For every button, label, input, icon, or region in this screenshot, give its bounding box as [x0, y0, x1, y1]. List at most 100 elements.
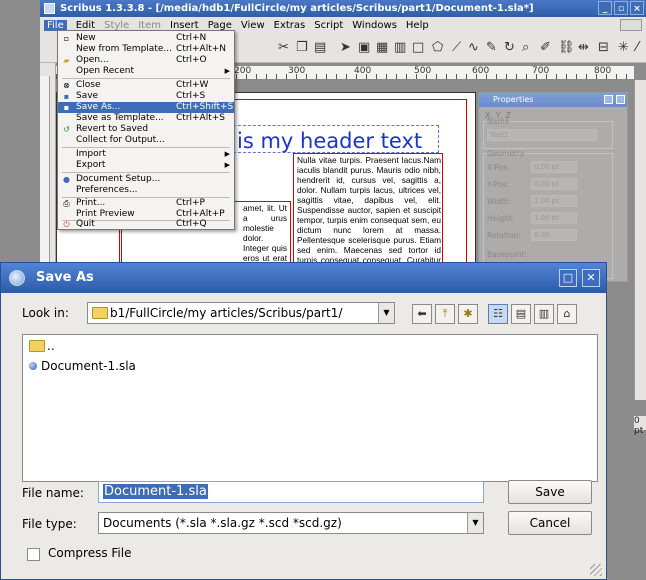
app-titlebar: Scribus 1.3.3.8 - [/media/hdb1/FullCircl… [40, 0, 646, 17]
mdi-restore-buttons[interactable] [620, 19, 642, 31]
freehand-icon[interactable]: ✎ [486, 41, 497, 55]
name-field[interactable]: Text1 [487, 129, 597, 141]
menu-help[interactable]: Help [406, 20, 429, 31]
menu-item-quit[interactable]: ⏻ Quit Ctrl+Q [58, 219, 234, 230]
print-icon: ⎙ [63, 199, 70, 208]
unlink-frames-icon[interactable]: ⇹ [578, 41, 589, 55]
minimize-button[interactable]: _ [598, 1, 612, 15]
header-text: is my header text [237, 129, 423, 153]
vertical-ruler [40, 76, 50, 276]
menu-insert[interactable]: Insert [170, 20, 199, 31]
menu-item-document-setup[interactable]: ● Document Setup... [58, 174, 234, 185]
close-doc-icon: ⊗ [63, 81, 70, 90]
menu-windows[interactable]: Windows [352, 20, 397, 31]
panel-close-button[interactable] [616, 95, 625, 104]
rotate-icon[interactable]: ↻ [504, 41, 515, 55]
app-title: Scribus 1.3.3.8 - [/media/hdb1/FullCircl… [60, 3, 534, 14]
panel-float-button[interactable] [604, 95, 613, 104]
menu-item[interactable]: Item [138, 20, 161, 31]
dialog-app-icon [9, 270, 25, 286]
xpos-label: X-Pos: [487, 163, 510, 172]
ypos-label: Y-Pos: [487, 180, 509, 189]
status-unit: 0 pt [634, 416, 646, 436]
xpos-field[interactable]: 0.00 pt [531, 161, 577, 173]
dialog-title: Save As [36, 270, 94, 285]
menu-item-open-recent[interactable]: Open Recent ▶ [58, 66, 234, 77]
menu-style[interactable]: Style [104, 20, 129, 31]
menu-file[interactable]: File [44, 19, 67, 31]
geometry-label: Geometry [487, 149, 525, 158]
maximize-button[interactable]: ▫ [614, 1, 628, 15]
rotation-field[interactable]: 0.00 [531, 229, 577, 241]
submenu-arrow-icon: ▶ [224, 161, 230, 169]
table-icon[interactable]: ▥ [394, 41, 406, 55]
properties-panel: Properties X, Y, Z Name Text1 Geometry X… [478, 92, 628, 282]
rotation-label: Rotation: [487, 231, 521, 240]
dialog-maximize-button[interactable]: □ [559, 269, 577, 287]
right-column-text: Nulla vitae turpis. Praesent lacus.Nam i… [297, 155, 441, 279]
menu-separator [62, 147, 230, 148]
save-as-icon: ▪ [63, 103, 70, 112]
menu-extras[interactable]: Extras [274, 20, 306, 31]
height-field[interactable]: 1.00 pt [531, 212, 577, 224]
quit-icon: ⏻ [63, 220, 70, 229]
menu-edit[interactable]: Edit [76, 20, 95, 31]
open-folder-icon: ▰ [63, 56, 70, 65]
revert-icon: ↺ [63, 125, 70, 134]
save-icon: ▪ [63, 92, 70, 101]
menu-item-save[interactable]: ▪ Save Ctrl+S [58, 91, 234, 102]
zoom-icon[interactable]: ⌕ [522, 41, 529, 55]
menu-item-new[interactable]: ▫ New Ctrl+N [58, 33, 234, 44]
submenu-arrow-icon: ▶ [224, 67, 230, 75]
line-icon[interactable]: ⟋ [452, 41, 461, 55]
basepoint-label: Basepoint: [487, 250, 527, 259]
bezier-icon[interactable]: ∿ [468, 41, 479, 55]
menu-item-export[interactable]: Export ▶ [58, 160, 234, 171]
scribus-app-icon [44, 3, 55, 14]
ypos-field[interactable]: 0.00 pt [531, 178, 577, 190]
menu-page[interactable]: Page [208, 20, 232, 31]
cut-icon[interactable]: ✂ [278, 41, 289, 55]
submenu-arrow-icon: ▶ [224, 150, 230, 158]
link-frames-icon[interactable]: ⛓ [558, 41, 575, 55]
paste-icon[interactable]: ▤ [314, 41, 326, 55]
eyedropper-icon[interactable]: ⁄ [636, 41, 638, 55]
close-window-button[interactable]: × [630, 1, 644, 15]
dialog-titlebar: Save As □ ✕ [1, 263, 606, 293]
dialog-close-button[interactable]: ✕ [582, 269, 600, 287]
name-label: Name [487, 117, 510, 126]
select-arrow-icon[interactable]: ➤ [340, 41, 351, 55]
menu-item-open[interactable]: ▰ Open... Ctrl+O [58, 55, 234, 66]
height-label: Height: [487, 214, 515, 223]
menu-item-new-from-template[interactable]: New from Template... Ctrl+Alt+N [58, 44, 234, 55]
shape-icon[interactable]: □ [412, 41, 424, 55]
polygon-icon[interactable]: ⬠ [432, 41, 443, 55]
menu-separator [62, 78, 230, 79]
menu-item-save-as[interactable]: ▪ Save As... Ctrl+Shift+S [58, 102, 234, 113]
properties-title: Properties [493, 95, 534, 104]
edit-content-icon[interactable]: ✐ [540, 41, 551, 55]
width-label: Width: [487, 197, 512, 206]
text-frame-icon[interactable]: ▣ [358, 41, 370, 55]
menu-item-save-as-template[interactable]: Save as Template... Ctrl+Alt+S [58, 113, 234, 124]
vertical-scrollbar[interactable] [634, 80, 646, 400]
file-menu: ▫ New Ctrl+N New from Template... Ctrl+Alt+… [57, 30, 235, 230]
copy-properties-icon[interactable]: ✳ [618, 41, 629, 55]
save-as-dialog: Save As □ ✕ [0, 262, 607, 580]
menu-script[interactable]: Script [314, 20, 343, 31]
copy-icon[interactable]: ❐ [296, 41, 308, 55]
doc-setup-icon: ● [63, 175, 70, 184]
menu-separator [62, 172, 230, 173]
menu-item-close[interactable]: ⊗ Close Ctrl+W [58, 80, 234, 91]
menu-view[interactable]: View [241, 20, 265, 31]
menu-item-print[interactable]: ⎙ Print... Ctrl+P [58, 198, 234, 209]
width-field[interactable]: 1.00 pt [531, 195, 577, 207]
image-frame-icon[interactable]: ▦ [376, 41, 388, 55]
measure-icon[interactable]: ⊟ [598, 41, 609, 55]
properties-titlebar: Properties [479, 93, 627, 107]
menu-item-preferences[interactable]: Preferences... [58, 185, 234, 196]
menu-item-import[interactable]: Import ▶ [58, 149, 234, 160]
new-doc-icon: ▫ [63, 34, 70, 43]
menu-item-collect-for-output[interactable]: Collect for Output... [58, 135, 234, 146]
menu-item-revert[interactable]: ↺ Revert to Saved [58, 124, 234, 135]
